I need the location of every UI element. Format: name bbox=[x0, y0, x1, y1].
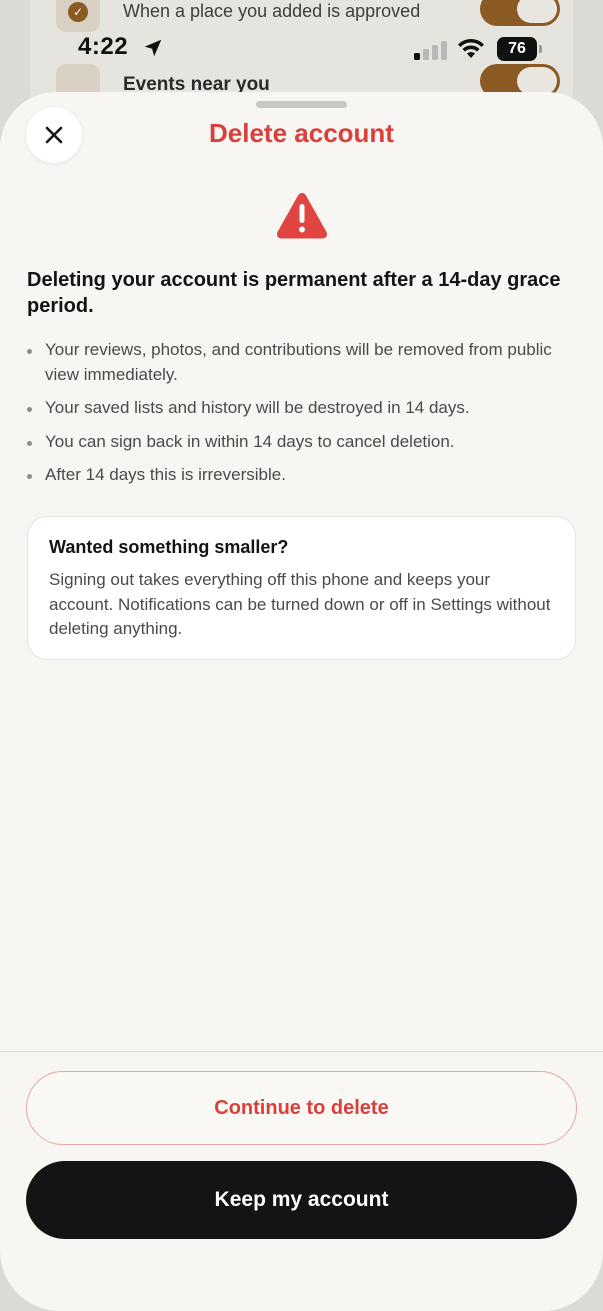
list-item-text: You can sign back in within 14 days to c… bbox=[45, 431, 455, 451]
status-bar: 4:22 76 bbox=[0, 32, 603, 66]
submissions-setting-subtitle: When a place you added is approved bbox=[123, 1, 421, 21]
list-item-text: Your saved lists and history will be des… bbox=[45, 398, 470, 417]
cellular-signal-icon bbox=[414, 41, 447, 60]
list-item: Your reviews, photos, and contributions … bbox=[27, 338, 577, 387]
bullet-dot bbox=[27, 440, 32, 446]
footer-divider bbox=[0, 1051, 603, 1052]
keep-account-button[interactable]: Keep my account bbox=[26, 1161, 577, 1239]
bullet-dot bbox=[27, 349, 32, 354]
warning-headline: Deleting your account is permanent after… bbox=[27, 269, 561, 317]
continue-to-delete-button[interactable]: Continue to delete bbox=[26, 1071, 577, 1145]
wifi-icon bbox=[458, 38, 484, 58]
info-card-title: Wanted something smaller? bbox=[49, 537, 289, 557]
battery-icon: 76 bbox=[497, 37, 543, 61]
delete-account-sheet: Delete account Deleting your account is … bbox=[0, 92, 603, 1311]
submissions-setting-row[interactable]: ✓ When a place you added is approved bbox=[56, 0, 566, 36]
status-time: 4:22 bbox=[78, 33, 129, 60]
check-badge-icon: ✓ bbox=[68, 2, 88, 22]
list-item: Your saved lists and history will be des… bbox=[27, 396, 577, 421]
alternatives-info-card: Wanted something smaller? Signing out ta… bbox=[27, 516, 576, 660]
bullet-dot bbox=[27, 474, 32, 479]
list-item: You can sign back in within 14 days to c… bbox=[27, 430, 577, 455]
location-arrow-icon bbox=[144, 39, 162, 57]
list-item-text: Your reviews, photos, and contributions … bbox=[45, 340, 552, 384]
bullet-dot bbox=[27, 407, 32, 412]
battery-level: 76 bbox=[497, 37, 537, 61]
warning-icon bbox=[276, 193, 328, 239]
info-card-body: Signing out takes everything off this ph… bbox=[49, 570, 551, 638]
sheet-grabber[interactable] bbox=[256, 101, 347, 108]
sheet-title: Delete account bbox=[209, 118, 394, 148]
list-item: After 14 days this is irreversible. bbox=[27, 463, 577, 488]
submissions-toggle[interactable] bbox=[480, 0, 560, 26]
battery-tip bbox=[539, 45, 542, 53]
submissions-icon-tile: ✓ bbox=[56, 0, 100, 32]
consequences-list: Your reviews, photos, and contributions … bbox=[27, 338, 577, 497]
list-item-text: After 14 days this is irreversible. bbox=[45, 465, 286, 484]
